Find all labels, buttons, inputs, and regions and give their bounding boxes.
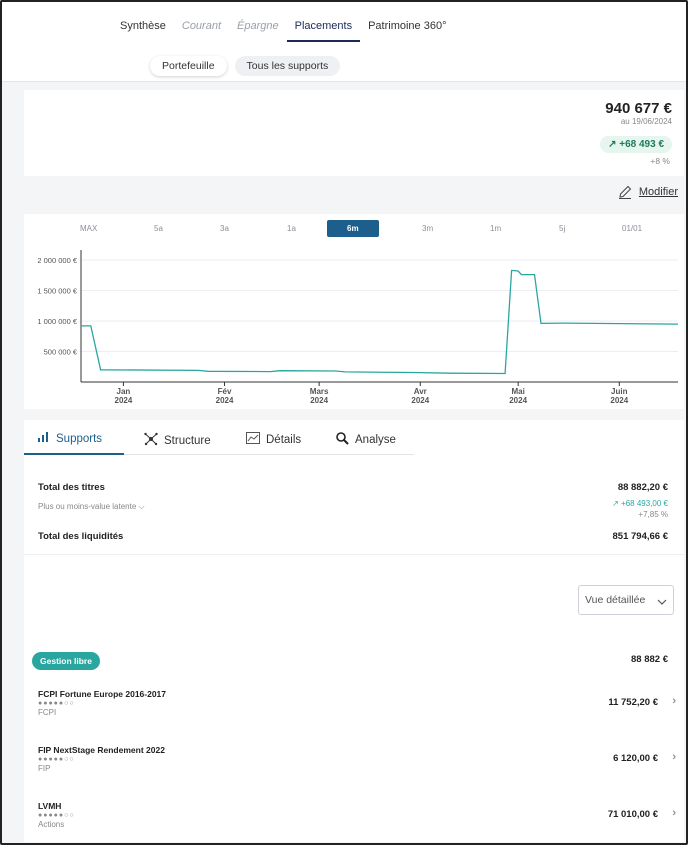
risk-rating: ●●●●●○○ [38,700,75,707]
total-liquidites-label: Total des liquidités [38,531,124,542]
range-3a[interactable]: 3a [220,224,229,233]
x-tick-label: 2024 [310,396,328,405]
bar-chart-icon [38,432,50,445]
tab-supports-label: Supports [56,432,103,445]
asset-type: FIP [38,764,51,773]
tab-synthese[interactable]: Synthèse [112,16,174,42]
x-tick-label: Jan [117,387,131,396]
details-section: Supports Structure Détails Analyse Total… [24,420,684,554]
risk-rating: ●●●●●○○ [38,756,75,763]
asset-name: LVMH [38,801,62,811]
tab-details-label: Détails [266,433,302,446]
modify-label: Modifier [638,186,678,198]
range-max[interactable]: MAX [80,224,97,233]
total-value: 940 677 € [605,100,672,117]
gain-value: +68 493 € [619,139,664,150]
tab-analyse[interactable]: Analyse [336,432,396,448]
x-tick-label: Mars [310,387,329,396]
range-01-01[interactable]: 01/01 [622,224,642,233]
tab-epargne[interactable]: Épargne [229,16,287,42]
gain-percent: +8 % [650,156,670,166]
main-tabs: Synthèse Courant Épargne Placements Patr… [112,16,454,42]
asset-value[interactable]: 6 120,00 € [613,753,658,764]
view-select[interactable]: Vue détaillée [578,585,674,615]
range-3m[interactable]: 3m [422,224,433,233]
chevron-down-icon [657,596,667,608]
asset-type: FCPI [38,708,57,717]
asset-name: FIP NextStage Rendement 2022 [38,745,165,755]
x-tick-label: 2024 [216,396,234,405]
y-tick-label: 2 000 000 € [37,256,77,265]
latent-toggle[interactable]: Plus ou moins-value latente ⌵ [38,502,145,512]
chevron-right-icon[interactable]: › [672,751,676,763]
line-chart-icon [246,432,260,447]
range-5a[interactable]: 5a [154,224,163,233]
view-select-value: Vue détaillée [585,594,646,606]
risk-rating: ●●●●●○○ [38,812,75,819]
asset-value[interactable]: 71 010,00 € [608,809,658,820]
chevron-right-icon[interactable]: › [672,695,676,707]
total-liquidites-value: 851 794,66 € [612,531,668,542]
range-1a[interactable]: 1a [287,224,296,233]
group-badge: Gestion libre [32,652,100,670]
total-titres-label: Total des titres [38,482,105,493]
assets-panel: Vue détaillée Gestion libre 88 882 € FCP… [24,554,684,842]
network-icon [144,432,158,449]
x-tick-label: Mai [511,387,524,396]
asset-type: Actions [38,820,65,829]
tab-analyse-label: Analyse [355,434,396,446]
asset-value[interactable]: 11 752,20 € [608,697,658,708]
series-line [81,269,679,375]
app-frame: Synthèse Courant Épargne Placements Patr… [0,0,688,845]
chevron-right-icon[interactable]: › [672,807,676,819]
subtab-portefeuille[interactable]: Portefeuille [150,56,227,76]
tab-details[interactable]: Détails [246,432,301,447]
latent-gain-value: +68 493,00 € [621,499,668,508]
x-tick-label: Avr [414,387,427,396]
top-navigation: Synthèse Courant Épargne Placements Patr… [2,2,686,82]
y-tick-label: 1 000 000 € [37,317,77,326]
y-tick-label: 1 500 000 € [37,287,77,296]
magnifier-icon [336,432,349,448]
latent-gain: ↗ +68 493,00 € [612,499,668,508]
group-value: 88 882 € [631,654,668,665]
portfolio-line-chart: 2 000 000 € 1 500 000 € 1 000 000 € 500 000… [37,250,679,405]
range-6m[interactable]: 6m [327,220,379,237]
range-selector: MAX 5a 3a 1a 6m 3m 1m 5j 01/01 [24,220,684,240]
x-tick-label: 2024 [411,396,429,405]
trend-up-icon: ↗ [612,499,619,508]
tab-structure-label: Structure [164,434,211,447]
latent-label: Plus ou moins-value latente [38,502,137,511]
range-5j[interactable]: 5j [559,224,565,233]
asset-name: FCPI Fortune Europe 2016-2017 [38,689,167,699]
x-tick-label: Juin [611,387,628,396]
x-tick-label: 2024 [610,396,628,405]
edit-pencil-icon [618,185,632,199]
chevron-down-icon: ⌵ [138,502,145,511]
total-titres-value: 88 882,20 € [617,482,668,493]
latent-percent: +7,85 % [638,510,668,519]
tab-courant[interactable]: Courant [174,16,229,42]
portfolio-summary: 940 677 € au 19/06/2024 ↗ +68 493 € +8 % [24,90,684,176]
tab-structure[interactable]: Structure [144,432,211,449]
gain-badge: ↗ +68 493 € [600,136,672,153]
trend-up-icon: ↗ [608,139,617,150]
y-tick-label: 500 000 € [44,348,78,357]
chart-panel: MAX 5a 3a 1a 6m 3m 1m 5j 01/01 2 000 000… [24,214,684,409]
tab-patrimoine-360[interactable]: Patrimoine 360° [360,16,454,42]
range-1m[interactable]: 1m [490,224,501,233]
sub-tabs: Portefeuille Tous les supports [150,56,341,76]
x-tick-label: 2024 [509,396,527,405]
active-tab-indicator [24,453,124,455]
tab-supports[interactable]: Supports [38,432,102,445]
x-tick-label: 2024 [115,396,133,405]
modify-button[interactable]: Modifier [617,184,678,200]
tab-placements[interactable]: Placements [286,16,361,42]
subtab-tous-les-supports[interactable]: Tous les supports [234,56,341,76]
x-tick-label: Fév [218,387,232,396]
total-date: au 19/06/2024 [620,117,672,126]
